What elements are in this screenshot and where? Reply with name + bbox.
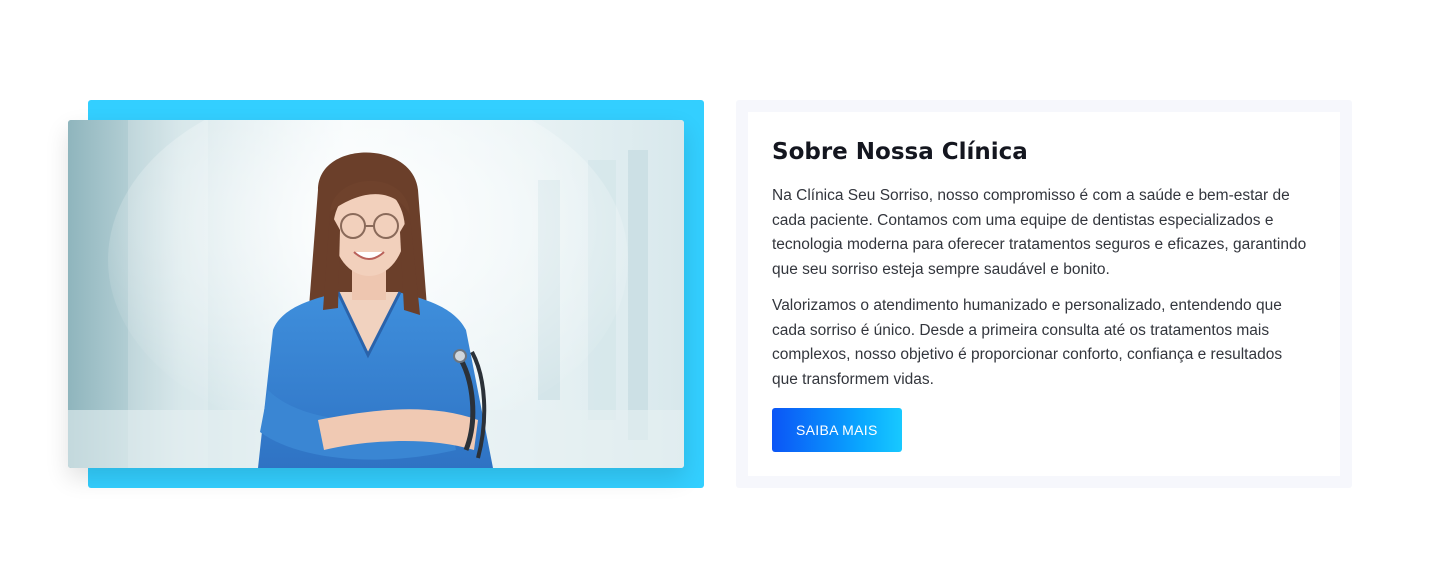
doctor-photo <box>68 120 684 468</box>
about-card-body: Sobre Nossa Clínica Na Clínica Seu Sorri… <box>748 112 1340 476</box>
about-paragraph-2: Valorizamos o atendimento humanizado e p… <box>772 297 1283 388</box>
about-section: Sobre Nossa Clínica Na Clínica Seu Sorri… <box>0 0 1440 588</box>
about-title: Sobre Nossa Clínica <box>772 139 1028 165</box>
saiba-mais-button[interactable]: SAIBA MAIS <box>772 408 902 452</box>
about-content: Sobre Nossa Clínica Na Clínica Seu Sorri… <box>772 136 1312 452</box>
about-paragraph-1: Na Clínica Seu Sorriso, nosso compromiss… <box>772 187 1307 278</box>
doctor-illustration <box>68 120 684 468</box>
about-card: Sobre Nossa Clínica Na Clínica Seu Sorri… <box>736 100 1352 488</box>
